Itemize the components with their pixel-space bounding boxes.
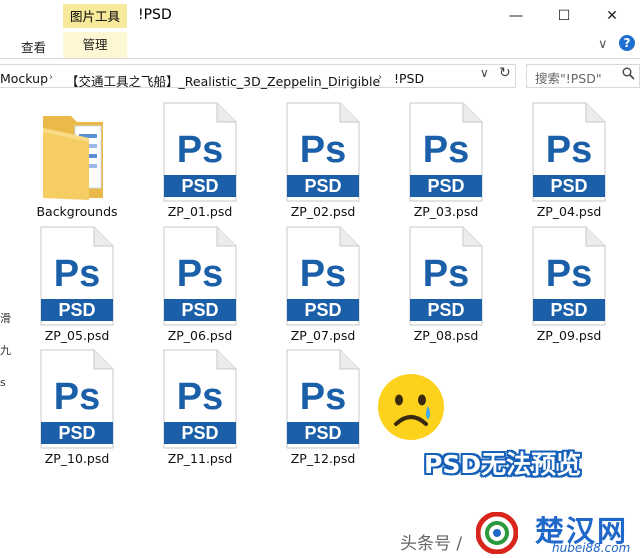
psd-badge-text: PSD [304,176,341,196]
tab-view[interactable]: 查看 [21,37,46,56]
psd-badge-text: PSD [58,300,95,320]
psd-file-icon: Ps PSD [409,226,483,326]
minimize-button[interactable]: — [506,6,526,26]
folder-item[interactable]: Backgrounds [22,102,132,226]
psd-file-icon: Ps PSD [532,226,606,326]
file-name-label: ZP_04.psd [536,204,602,219]
nav-fragment-text[interactable]: 九 [0,342,11,358]
search-placeholder: 搜索"!PSD" [535,71,602,86]
file-item[interactable]: Ps PSD ZP_08.psd [391,226,501,350]
file-item[interactable]: Ps PSD ZP_09.psd [514,226,624,350]
psd-badge-text: PSD [181,300,218,320]
address-bar: Mockup › 【交通工具之飞船】_Realistic_3D_Zeppelin… [0,62,640,90]
breadcrumb-separator[interactable]: › [49,72,53,83]
file-item[interactable]: Ps PSD ZP_06.psd [145,226,255,350]
file-item[interactable]: Ps PSD ZP_01.psd [145,102,255,226]
maximize-button[interactable]: ☐ [554,6,574,26]
psd-file-icon: Ps PSD [40,226,114,326]
file-item[interactable]: Ps PSD ZP_11.psd [145,349,255,473]
ps-logo-text: Ps [54,376,100,418]
breadcrumb-item-folder[interactable]: 【交通工具之飞船】_Realistic_3D_Zeppelin_Dirigibl… [66,71,380,90]
ps-logo-text: Ps [546,253,592,295]
window-title: !PSD [138,7,172,23]
ps-logo-text: Ps [546,129,592,171]
psd-badge-text: PSD [550,176,587,196]
file-name-label: ZP_03.psd [413,204,479,219]
file-item[interactable]: Ps PSD ZP_03.psd [391,102,501,226]
file-item[interactable]: Ps PSD ZP_02.psd [268,102,378,226]
psd-file-icon: Ps PSD [163,102,237,202]
tab-manage[interactable]: 管理 [63,32,127,58]
psd-badge-text: PSD [427,300,464,320]
ps-logo-text: Ps [423,129,469,171]
ps-logo-text: Ps [177,129,223,171]
psd-badge-text: PSD [304,423,341,443]
psd-file-icon: Ps PSD [286,102,360,202]
sad-face-icon [378,374,444,440]
file-name-label: ZP_10.psd [44,451,110,466]
psd-file-icon: Ps PSD [409,102,483,202]
file-name-label: ZP_11.psd [167,451,233,466]
file-name-label: ZP_09.psd [536,328,602,343]
file-name-label: ZP_12.psd [290,451,356,466]
watermark-site-url: hubei88.com [552,541,631,555]
ps-logo-text: Ps [177,253,223,295]
refresh-icon[interactable]: ↻ [499,65,511,81]
folder-icon [43,116,103,200]
psd-file-icon: Ps PSD [286,349,360,449]
file-name-label: ZP_06.psd [167,328,233,343]
file-name-label: Backgrounds [36,204,118,219]
psd-badge-text: PSD [181,176,218,196]
file-name-label: ZP_05.psd [44,328,110,343]
psd-file-icon: Ps PSD [163,349,237,449]
nav-fragment-text[interactable]: 滑 [0,310,11,326]
file-item[interactable]: Ps PSD ZP_07.psd [268,226,378,350]
toutiao-watermark: 头条号 / [400,534,463,554]
file-item[interactable]: Ps PSD ZP_04.psd [514,102,624,226]
file-name-label: ZP_07.psd [290,328,356,343]
watermark-logo-icon [476,512,518,554]
psd-file-icon: Ps PSD [286,226,360,326]
psd-badge-text: PSD [181,423,218,443]
breadcrumb[interactable]: Mockup › 【交通工具之飞船】_Realistic_3D_Zeppelin… [0,64,516,90]
help-icon[interactable]: ? [619,35,635,51]
ps-logo-text: Ps [177,376,223,418]
file-item[interactable]: Ps PSD ZP_12.psd [268,349,378,473]
ps-logo-text: Ps [300,129,346,171]
ps-logo-text: Ps [54,253,100,295]
psd-file-icon: Ps PSD [163,226,237,326]
psd-badge-text: PSD [304,300,341,320]
file-item[interactable]: Ps PSD ZP_05.psd [22,226,132,350]
search-icon [622,67,635,84]
title-bar: 图片工具 !PSD — ☐ ✕ [0,0,640,32]
breadcrumb-separator[interactable]: › [378,72,382,83]
nav-fragment-text[interactable]: s [0,376,6,389]
collapse-ribbon-chevron-icon[interactable]: ∨ [598,37,608,52]
picture-tools-context-tab[interactable]: 图片工具 [63,4,127,28]
breadcrumb-item-mockup[interactable]: Mockup [0,71,48,86]
search-input[interactable]: 搜索"!PSD" [526,64,640,88]
psd-file-icon: Ps PSD [40,349,114,449]
ps-logo-text: Ps [300,253,346,295]
psd-badge-text: PSD [550,300,587,320]
ps-logo-text: Ps [300,376,346,418]
address-dropdown-chevron-icon[interactable]: ∨ [480,66,489,80]
psd-badge-text: PSD [58,423,95,443]
psd-no-preview-caption: PSD无法预览 [424,450,582,479]
breadcrumb-item-psd[interactable]: !PSD [394,71,424,86]
file-item[interactable]: Ps PSD ZP_10.psd [22,349,132,473]
ps-logo-text: Ps [423,253,469,295]
file-name-label: ZP_01.psd [167,204,233,219]
psd-badge-text: PSD [427,176,464,196]
psd-file-icon: Ps PSD [532,102,606,202]
file-name-label: ZP_08.psd [413,328,479,343]
close-button[interactable]: ✕ [602,6,622,26]
ribbon-tabs: 查看 管理 ∨ [0,32,640,59]
file-name-label: ZP_02.psd [290,204,356,219]
